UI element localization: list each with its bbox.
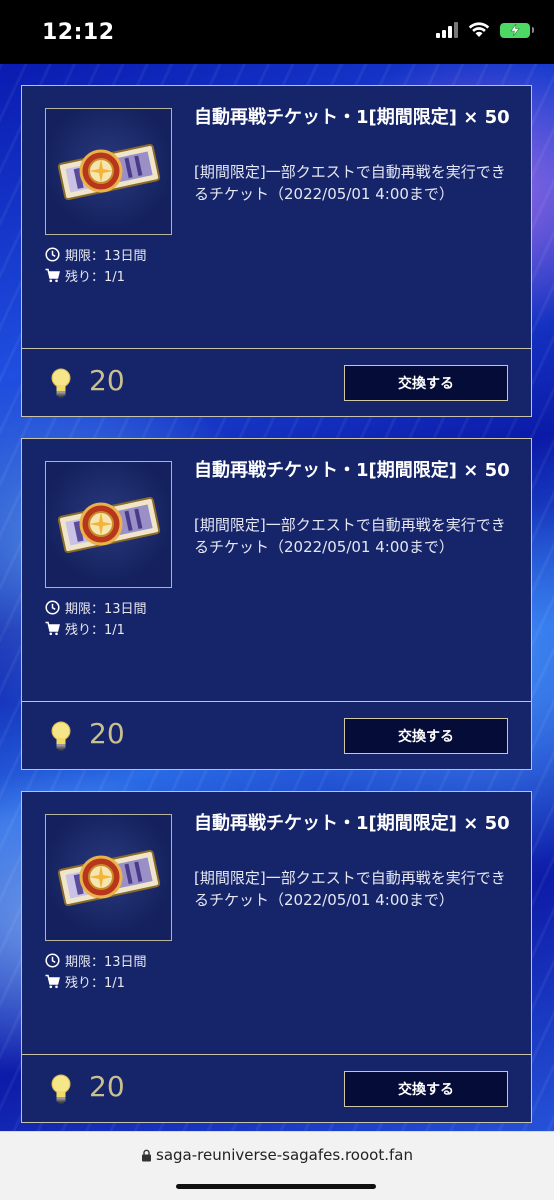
status-time: 12:12	[42, 20, 115, 45]
cart-icon	[45, 268, 60, 283]
item-price: 20	[89, 717, 125, 750]
lock-icon	[142, 1149, 152, 1161]
item-title: 自動再戦チケット・1[期間限定] × 50	[194, 107, 510, 128]
signal-icon	[436, 22, 458, 38]
shop-item-card: 自動再戦チケット・1[期間限定] × 50 [期間限定]一部クエストで自動再戦を…	[21, 438, 532, 770]
item-title: 自動再戦チケット・1[期間限定] × 50	[194, 813, 510, 834]
card-footer: 20 交換する	[22, 701, 531, 769]
item-limit: 期限：13日間	[45, 951, 147, 970]
clock-icon	[45, 953, 60, 968]
ticket-icon	[57, 143, 160, 200]
item-limit-text: 期限：13日間	[65, 955, 147, 970]
shop-item-card: 自動再戦チケット・1[期間限定] × 50 [期間限定]一部クエストで自動再戦を…	[21, 85, 532, 417]
exchange-button[interactable]: 交換する	[344, 718, 508, 754]
card-body: 自動再戦チケット・1[期間限定] × 50 [期間限定]一部クエストで自動再戦を…	[22, 792, 531, 1054]
item-remaining: 残り：1/1	[45, 972, 125, 991]
lightbulb-icon	[51, 721, 71, 751]
card-body: 自動再戦チケット・1[期間限定] × 50 [期間限定]一部クエストで自動再戦を…	[22, 439, 531, 701]
clock-icon	[45, 247, 60, 262]
item-remaining-text: 残り：1/1	[65, 976, 125, 991]
card-footer: 20 交換する	[22, 1054, 531, 1122]
shop-item-list[interactable]: 自動再戦チケット・1[期間限定] × 50 [期間限定]一部クエストで自動再戦を…	[0, 64, 554, 1131]
card-body: 自動再戦チケット・1[期間限定] × 50 [期間限定]一部クエストで自動再戦を…	[22, 86, 531, 348]
exchange-button[interactable]: 交換する	[344, 1071, 508, 1107]
url-display[interactable]: saga-reuniverse-sagafes.rooot.fan	[0, 1146, 554, 1164]
item-description: [期間限定]一部クエストで自動再戦を実行できるチケット（2022/05/01 4…	[194, 163, 506, 203]
item-limit: 期限：13日間	[45, 598, 147, 617]
item-remaining: 残り：1/1	[45, 619, 125, 638]
item-limit-text: 期限：13日間	[65, 249, 147, 264]
url-text: saga-reuniverse-sagafes.rooot.fan	[156, 1146, 413, 1164]
lightbulb-icon	[51, 1074, 71, 1104]
ticket-icon	[57, 849, 160, 906]
card-footer: 20 交換する	[22, 348, 531, 416]
ticket-thumbnail	[45, 461, 172, 588]
ticket-thumbnail	[45, 108, 172, 235]
cart-icon	[45, 974, 60, 989]
ticket-icon	[57, 496, 160, 553]
item-price: 20	[89, 364, 125, 397]
item-description: [期間限定]一部クエストで自動再戦を実行できるチケット（2022/05/01 4…	[194, 869, 506, 909]
exchange-button[interactable]: 交換する	[344, 365, 508, 401]
clock-icon	[45, 600, 60, 615]
shop-item-card: 自動再戦チケット・1[期間限定] × 50 [期間限定]一部クエストで自動再戦を…	[21, 791, 532, 1123]
home-indicator[interactable]	[176, 1184, 376, 1189]
item-price: 20	[89, 1070, 125, 1103]
battery-charging-icon	[500, 22, 534, 38]
status-bar: 12:12	[0, 0, 554, 64]
item-remaining: 残り：1/1	[45, 266, 125, 285]
item-description: [期間限定]一部クエストで自動再戦を実行できるチケット（2022/05/01 4…	[194, 516, 506, 556]
ticket-thumbnail	[45, 814, 172, 941]
item-limit: 期限：13日間	[45, 245, 147, 264]
item-remaining-text: 残り：1/1	[65, 623, 125, 638]
item-limit-text: 期限：13日間	[65, 602, 147, 617]
cart-icon	[45, 621, 60, 636]
status-icons	[436, 22, 534, 38]
lightbulb-icon	[51, 368, 71, 398]
item-title: 自動再戦チケット・1[期間限定] × 50	[194, 460, 510, 481]
item-remaining-text: 残り：1/1	[65, 270, 125, 285]
browser-url-bar[interactable]: saga-reuniverse-sagafes.rooot.fan	[0, 1131, 554, 1200]
wifi-icon	[468, 22, 490, 37]
